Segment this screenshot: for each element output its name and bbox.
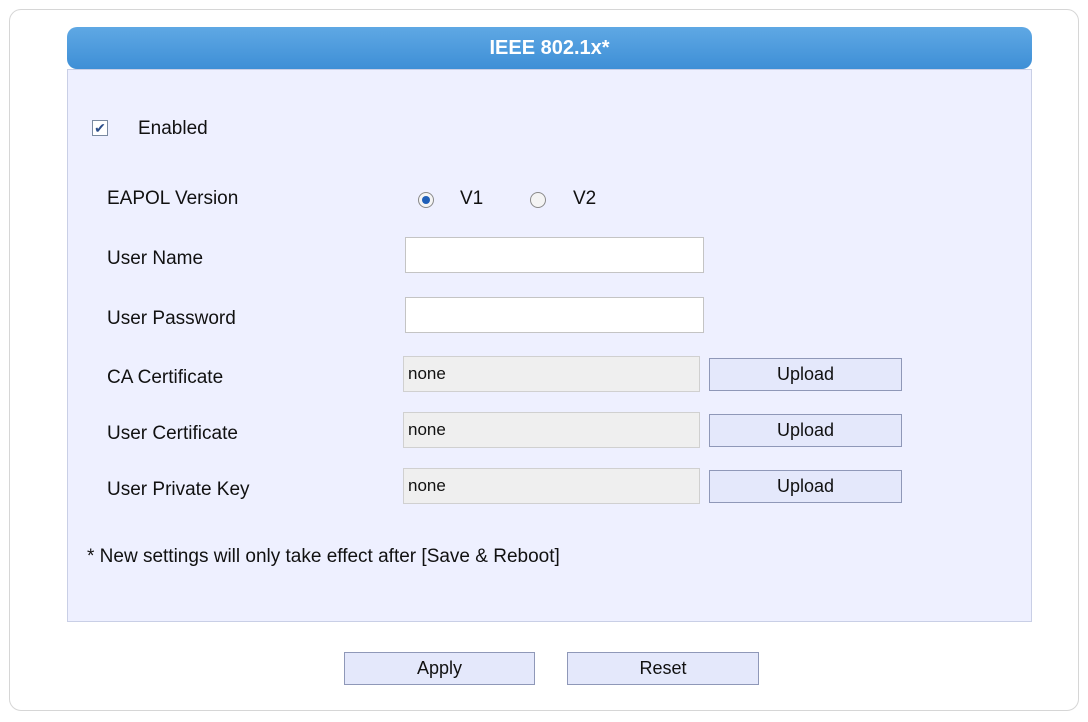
ca-certificate-value: none [408, 364, 446, 383]
section-header: IEEE 802.1x* [67, 27, 1032, 69]
ca-certificate-field: none [403, 356, 700, 392]
user-private-key-upload-button[interactable]: Upload [709, 470, 902, 503]
section-title: IEEE 802.1x* [489, 37, 610, 59]
user-password-input[interactable] [405, 297, 704, 333]
reboot-note: * New settings will only take effect aft… [87, 546, 560, 567]
ca-certificate-upload-button[interactable]: Upload [709, 358, 902, 391]
user-certificate-field: none [403, 412, 700, 448]
enabled-checkbox[interactable]: ✔ [92, 120, 108, 136]
eapol-v1-radio[interactable] [418, 192, 434, 208]
eapol-v1-label: V1 [460, 188, 484, 209]
ca-certificate-label: CA Certificate [107, 367, 224, 388]
settings-panel [67, 69, 1032, 622]
reset-button[interactable]: Reset [567, 652, 759, 685]
user-certificate-value: none [408, 420, 446, 439]
user-password-label: User Password [107, 308, 236, 329]
user-certificate-label: User Certificate [107, 423, 238, 444]
eapol-version-label: EAPOL Version [107, 188, 239, 209]
user-private-key-label: User Private Key [107, 479, 250, 500]
apply-button[interactable]: Apply [344, 652, 535, 685]
enabled-label: Enabled [138, 118, 208, 139]
user-certificate-upload-button[interactable]: Upload [709, 414, 902, 447]
user-private-key-field: none [403, 468, 700, 504]
user-name-input[interactable] [405, 237, 704, 273]
user-private-key-value: none [408, 476, 446, 495]
user-name-label: User Name [107, 248, 204, 269]
checkmark-icon: ✔ [94, 120, 106, 136]
eapol-v2-label: V2 [573, 188, 597, 209]
eapol-v2-radio[interactable] [530, 192, 546, 208]
